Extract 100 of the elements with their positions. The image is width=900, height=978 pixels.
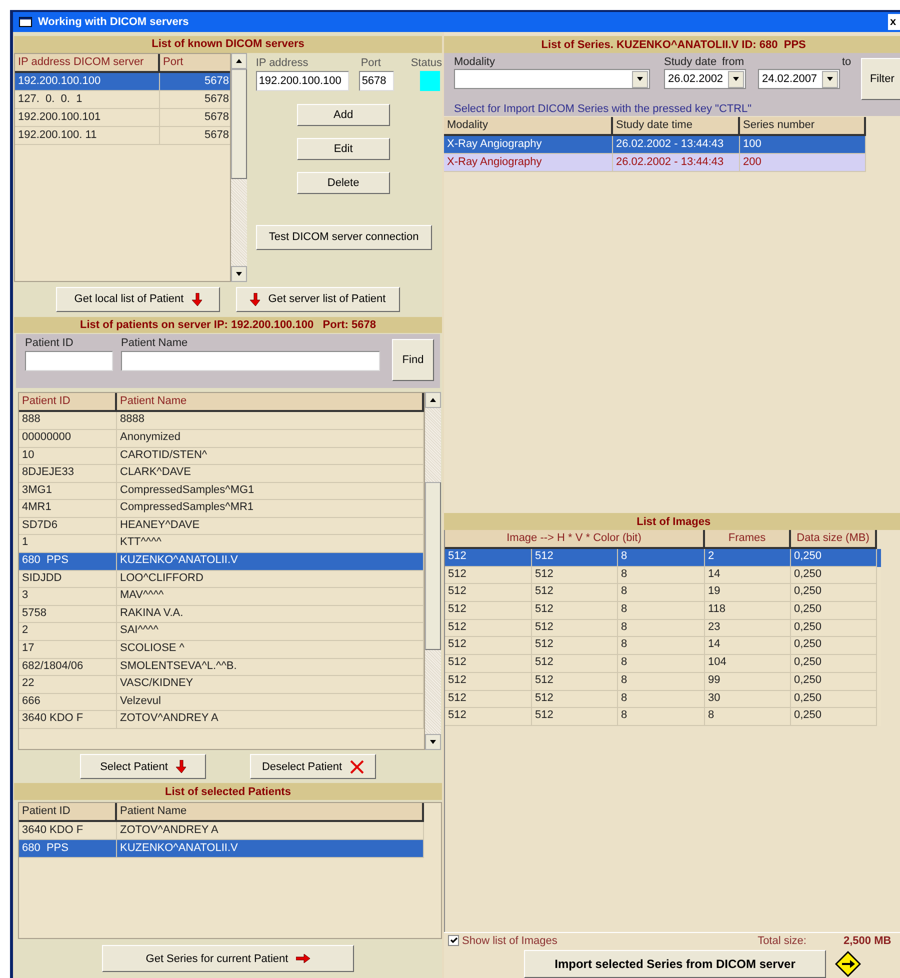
patient-row[interactable]: 22 VASC/KIDNEY bbox=[19, 676, 424, 694]
get-series-button[interactable]: Get Series for current Patient bbox=[102, 945, 354, 972]
import-button[interactable]: Import selected Series from DICOM server bbox=[524, 950, 826, 978]
scroll-thumb[interactable] bbox=[425, 482, 441, 650]
column-header[interactable]: Patient ID bbox=[19, 803, 117, 822]
status-indicator bbox=[420, 70, 440, 91]
patient-row[interactable]: 682/1804/06 SMOLENTSEVA^L.^^B. bbox=[19, 658, 424, 676]
patient-row[interactable]: 17 SCOLIOSE ^ bbox=[19, 641, 424, 659]
patient-select-button[interactable]: Deselect Patient bbox=[250, 754, 376, 780]
down-arrow-icon bbox=[250, 292, 260, 306]
server-row[interactable]: 192.200.100. 11 5678 bbox=[15, 126, 230, 145]
patient-row[interactable]: 3MG1 CompressedSamples^MG1 bbox=[19, 482, 424, 500]
column-header[interactable]: IP address DICOM server bbox=[15, 54, 160, 73]
patient-name-field[interactable] bbox=[121, 351, 380, 372]
image-row[interactable]: 512 512 8 14 0,250 bbox=[445, 566, 881, 584]
column-header[interactable]: Image --> H * V * Color (bit) bbox=[445, 530, 705, 549]
table-cell: 8 bbox=[705, 708, 791, 726]
column-header[interactable]: Modality bbox=[444, 117, 613, 136]
close-button[interactable]: x bbox=[888, 14, 900, 30]
column-header[interactable]: Series number bbox=[740, 117, 866, 136]
patient-row[interactable]: SD7D6 HEANEY^DAVE bbox=[19, 518, 424, 536]
dropdown-button[interactable] bbox=[632, 70, 648, 88]
image-row[interactable]: 512 512 8 2 0,250 bbox=[445, 549, 881, 567]
field-label: IP address bbox=[256, 56, 310, 69]
dropdown-button[interactable] bbox=[728, 70, 744, 88]
table-cell: ZOTOV^ANDREY A bbox=[117, 711, 424, 730]
scroll-up-button[interactable] bbox=[425, 392, 441, 408]
server-row[interactable]: 192.200.100.101 5678 bbox=[15, 108, 230, 127]
fetch-patients-button[interactable]: Get local list of Patient bbox=[56, 286, 220, 312]
section-header: List of Series. KUZENKO^ANATOLII.V ID: 680 PPS bbox=[444, 36, 900, 53]
check-icon bbox=[450, 937, 458, 944]
patient-row[interactable]: 3 MAV^^^^ bbox=[19, 588, 424, 606]
field-label: Patient Name bbox=[121, 337, 189, 350]
right-arrow-sign-icon bbox=[835, 951, 861, 977]
patient-row[interactable]: 888 8888 bbox=[19, 412, 424, 430]
patient-row[interactable]: 2 SAI^^^^ bbox=[19, 623, 424, 642]
column-header[interactable]: Frames bbox=[705, 530, 791, 549]
column-header[interactable]: Patient Name bbox=[117, 393, 424, 412]
section-header: List of Images bbox=[444, 513, 900, 530]
action-button[interactable]: Delete bbox=[296, 172, 390, 194]
action-button[interactable]: Add bbox=[296, 104, 390, 126]
patient-select-button[interactable]: Select Patient bbox=[80, 754, 206, 780]
ip-address-field[interactable]: 192.200.100.100 bbox=[256, 70, 349, 91]
table-cell: 0,250 bbox=[791, 708, 877, 726]
patient-row[interactable]: 3640 KDO F ZOTOV^ANDREY A bbox=[19, 711, 424, 730]
patient-row[interactable]: 680 PPS KUZENKO^ANATOLII.V bbox=[19, 553, 424, 571]
field-label: from bbox=[722, 56, 745, 68]
patient-row[interactable]: 10 CAROTID/STEN^ bbox=[19, 448, 424, 466]
server-row[interactable]: 127. 0. 0. 1 5678 bbox=[15, 90, 230, 109]
scroll-down-button[interactable] bbox=[425, 734, 441, 750]
field-label: to bbox=[842, 56, 852, 68]
column-header[interactable]: Patient ID bbox=[19, 393, 117, 412]
patient-row[interactable]: 00000000 Anonymized bbox=[19, 430, 424, 448]
fetch-patients-button[interactable]: Get server list of Patient bbox=[236, 286, 400, 312]
column-header[interactable]: Data size (MB) bbox=[791, 530, 877, 549]
find-button[interactable]: Find bbox=[392, 339, 434, 382]
series-row[interactable]: X-Ray Angiography 26.02.2002 - 13:44:43 200 bbox=[444, 154, 866, 172]
patient-row[interactable]: 4MR1 CompressedSamples^MR1 bbox=[19, 500, 424, 518]
table-cell: KUZENKO^ANATOLII.V bbox=[117, 840, 424, 858]
field-label: Modality bbox=[454, 56, 496, 68]
column-header[interactable]: Patient Name bbox=[117, 803, 424, 822]
server-row[interactable]: 192.200.100.100 5678 bbox=[15, 72, 230, 91]
patient-id-field[interactable] bbox=[25, 351, 113, 372]
date-from-dropdown[interactable]: 26.02.2002 bbox=[664, 69, 746, 89]
checkbox[interactable] bbox=[448, 935, 459, 946]
series-row[interactable]: X-Ray Angiography 26.02.2002 - 13:44:43 100 bbox=[444, 136, 866, 154]
patient-row[interactable]: 8DJEJE33 CLARK^DAVE bbox=[19, 465, 424, 483]
action-button[interactable]: Edit bbox=[296, 138, 390, 160]
cross-icon bbox=[350, 760, 364, 774]
scroll-down-button[interactable] bbox=[230, 266, 247, 282]
section-header: List of known DICOM servers bbox=[14, 36, 442, 53]
right-arrow-icon bbox=[296, 954, 310, 963]
section-header: List of patients on server IP: 192.200.100.100 Port: 5678 bbox=[14, 316, 442, 334]
window-icon bbox=[19, 17, 32, 27]
scrollbar[interactable] bbox=[230, 52, 247, 282]
patient-row[interactable]: 5758 RAKINA V.A. bbox=[19, 606, 424, 624]
field-label: Status bbox=[410, 56, 442, 69]
port-field[interactable]: 5678 bbox=[358, 70, 394, 91]
dropdown-button[interactable] bbox=[822, 70, 838, 88]
patient-row[interactable]: 3640 KDO F ZOTOV^ANDREY A bbox=[19, 822, 424, 840]
scrollbar[interactable] bbox=[425, 392, 441, 750]
table-cell: 512 bbox=[532, 708, 618, 726]
patient-row[interactable]: 680 PPS KUZENKO^ANATOLII.V bbox=[19, 840, 424, 858]
date-to-dropdown[interactable]: 24.02.2007 bbox=[758, 69, 840, 89]
table-cell: 8 bbox=[618, 708, 705, 726]
column-header[interactable]: Port bbox=[160, 54, 230, 73]
field-label: Study date bbox=[664, 56, 718, 68]
column-header[interactable]: Study date time bbox=[613, 117, 740, 136]
test-connection-button[interactable]: Test DICOM server connection bbox=[256, 224, 432, 250]
patient-row[interactable]: SIDJDD LOO^CLIFFORD bbox=[19, 570, 424, 588]
filter-button[interactable]: Filter bbox=[861, 58, 900, 100]
checkbox-label: Show list of Images bbox=[462, 934, 558, 946]
patient-row[interactable]: 666 Velzevul bbox=[19, 694, 424, 712]
total-size-value: 2,500 MB bbox=[843, 934, 892, 946]
field-label: Patient ID bbox=[25, 337, 74, 350]
table-cell: 680 PPS bbox=[19, 840, 117, 858]
scroll-thumb[interactable] bbox=[230, 68, 247, 179]
patient-row[interactable]: 1 KTT^^^^ bbox=[19, 535, 424, 554]
total-size-label: Total size: bbox=[758, 934, 806, 946]
hint-text: Select for Import DICOM Series with the pressed key "CTRL" bbox=[454, 103, 753, 115]
